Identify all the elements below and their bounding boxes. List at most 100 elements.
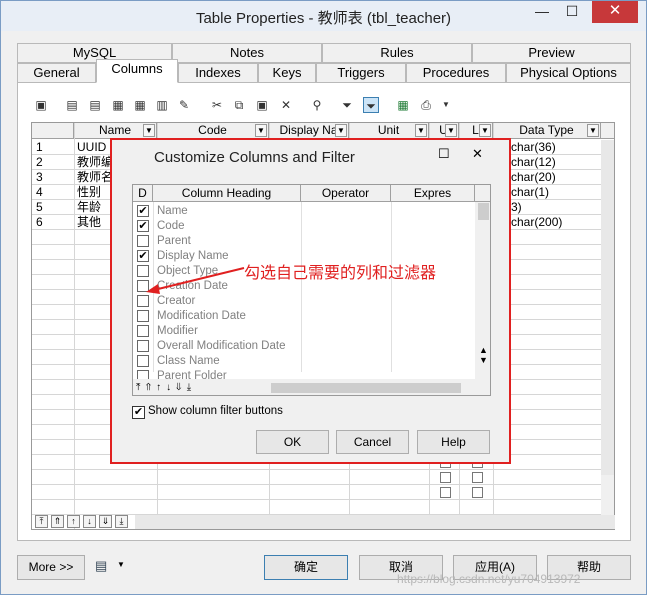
chevron-down-icon[interactable]: ▼	[335, 124, 347, 137]
chevron-down-icon[interactable]: ▼	[479, 124, 491, 137]
item-checkbox[interactable]	[137, 325, 149, 337]
list-scroll-thumb[interactable]	[478, 203, 489, 220]
header-expression[interactable]: Expres	[391, 185, 475, 202]
cell-name[interactable]: 教师编	[77, 155, 113, 169]
cut-icon[interactable]: ✂	[209, 97, 225, 113]
chevron-down-icon[interactable]: ▼	[587, 124, 599, 137]
move-down-icon[interactable]: ↓	[83, 515, 96, 528]
column-header-code[interactable]: Code ▼	[157, 123, 269, 139]
move-bottom-icon[interactable]: ⤓	[115, 515, 128, 528]
cell-data-type[interactable]: char(12)	[511, 155, 556, 169]
properties-icon[interactable]: ▣	[33, 97, 49, 113]
tab-general[interactable]: General	[17, 63, 96, 83]
reuse-icon[interactable]: ▥	[154, 97, 170, 113]
add-columns-icon[interactable]: ▦	[110, 97, 126, 113]
cell-name[interactable]: 年龄	[77, 200, 101, 214]
list-item[interactable]: Modifier	[133, 324, 473, 339]
move-page-up-icon[interactable]: ⇑	[51, 515, 64, 528]
key-icon[interactable]: ✎	[176, 97, 192, 113]
cell-data-type[interactable]: char(36)	[511, 140, 556, 154]
cell-name[interactable]: 性别	[77, 185, 101, 199]
table-row[interactable]	[32, 470, 601, 485]
column-header-unit[interactable]: Unit ▼	[349, 123, 429, 139]
dialog-cancel-button[interactable]: Cancel	[336, 430, 409, 454]
ok-button[interactable]: 确定	[264, 555, 348, 580]
customize-columns-icon[interactable]: ⏷	[363, 97, 379, 113]
print-icon[interactable]: ⎙	[418, 97, 434, 113]
chevron-down-icon[interactable]: ▼	[143, 124, 155, 137]
chevron-down-icon[interactable]: ▼	[117, 560, 127, 572]
list-item[interactable]: Modification Date	[133, 309, 473, 324]
maximize-button[interactable]: ☐	[557, 1, 587, 23]
find-icon[interactable]: ⚲	[309, 97, 325, 113]
header-column-heading[interactable]: Column Heading	[153, 185, 301, 202]
copy-icon[interactable]: ⧉	[231, 97, 247, 113]
move-up-icon[interactable]: ↑	[67, 515, 80, 528]
list-move-buttons[interactable]: ⤒⇑↑↓⇓⤓	[133, 379, 257, 395]
table-row[interactable]	[32, 485, 601, 500]
list-item[interactable]: Parent Folder	[133, 369, 473, 379]
chevron-down-icon[interactable]: ▼	[445, 124, 457, 137]
u-checkbox[interactable]	[440, 472, 451, 483]
u-checkbox[interactable]	[440, 487, 451, 498]
column-header-l[interactable]: L ▼	[459, 123, 493, 139]
chevron-down-icon[interactable]: ▼	[255, 124, 267, 137]
column-header-name[interactable]: Name ▼	[74, 123, 157, 139]
chevron-down-icon[interactable]: ▼	[415, 124, 427, 137]
column-header-data-type[interactable]: Data Type ▼	[493, 123, 601, 139]
table-row[interactable]	[32, 500, 601, 515]
tab-procedures[interactable]: Procedures	[406, 63, 506, 83]
list-scroll-buttons[interactable]: ▲ ▼	[475, 345, 490, 379]
item-checkbox[interactable]	[137, 355, 149, 367]
cell-name[interactable]: 其他	[77, 215, 101, 229]
tab-columns[interactable]: Columns	[96, 59, 178, 83]
cell-data-type[interactable]: char(1)	[511, 185, 549, 199]
column-header-display-name[interactable]: Display Na ▼	[269, 123, 349, 139]
add-row-icon[interactable]: ▤	[87, 97, 103, 113]
item-checkbox[interactable]	[137, 370, 149, 379]
list-hscroll-thumb[interactable]	[271, 383, 461, 393]
close-button[interactable]: ✕	[592, 1, 638, 23]
move-top-icon[interactable]: ⤒	[35, 515, 48, 528]
tab-rules[interactable]: Rules	[322, 43, 472, 63]
grid-scroll-top[interactable]	[601, 123, 614, 139]
insert-row-icon[interactable]: ▤	[64, 97, 80, 113]
item-checkbox[interactable]	[137, 310, 149, 322]
column-header-u[interactable]: U ▼	[429, 123, 459, 139]
item-checkbox[interactable]	[137, 235, 149, 247]
list-item[interactable]: Overall Modification Date	[133, 339, 473, 354]
tab-triggers[interactable]: Triggers	[316, 63, 406, 83]
minimize-button[interactable]: —	[527, 1, 557, 23]
cell-data-type[interactable]: char(200)	[511, 215, 562, 229]
tab-physical-options[interactable]: Physical Options	[506, 63, 631, 83]
list-vertical-scrollbar[interactable]	[475, 202, 490, 352]
chevron-down-icon[interactable]: ▼	[438, 97, 454, 113]
cell-data-type[interactable]: 3)	[511, 200, 522, 214]
cell-name[interactable]: 教师名	[77, 170, 113, 184]
grid-vertical-scrollbar[interactable]	[601, 140, 614, 475]
show-filter-checkbox[interactable]: ✔	[132, 406, 145, 419]
more-button[interactable]: More >>	[17, 555, 85, 580]
item-checkbox[interactable]	[137, 340, 149, 352]
l-checkbox[interactable]	[472, 472, 483, 483]
list-item[interactable]: Parent	[133, 234, 473, 249]
cell-data-type[interactable]: char(20)	[511, 170, 556, 184]
tab-keys[interactable]: Keys	[258, 63, 316, 83]
document-icon[interactable]: ▤	[95, 558, 109, 574]
list-item[interactable]: ✔ Code	[133, 219, 473, 234]
l-checkbox[interactable]	[472, 487, 483, 498]
header-operator[interactable]: Operator	[301, 185, 391, 202]
move-page-down-icon[interactable]: ⇓	[99, 515, 112, 528]
dialog-close-button[interactable]: ✕	[472, 146, 483, 162]
item-checkbox[interactable]: ✔	[137, 205, 149, 217]
item-checkbox[interactable]: ✔	[137, 220, 149, 232]
grid-horizontal-scrollbar[interactable]	[135, 515, 615, 529]
tab-notes[interactable]: Notes	[172, 43, 322, 63]
tab-preview[interactable]: Preview	[472, 43, 631, 63]
list-item[interactable]: ✔ Name	[133, 204, 473, 219]
dialog-ok-button[interactable]: OK	[256, 430, 329, 454]
delete-icon[interactable]: ✕	[278, 97, 294, 113]
list-item[interactable]: Class Name	[133, 354, 473, 369]
dialog-help-button[interactable]: Help	[417, 430, 490, 454]
dialog-maximize-button[interactable]: ☐	[438, 146, 450, 162]
